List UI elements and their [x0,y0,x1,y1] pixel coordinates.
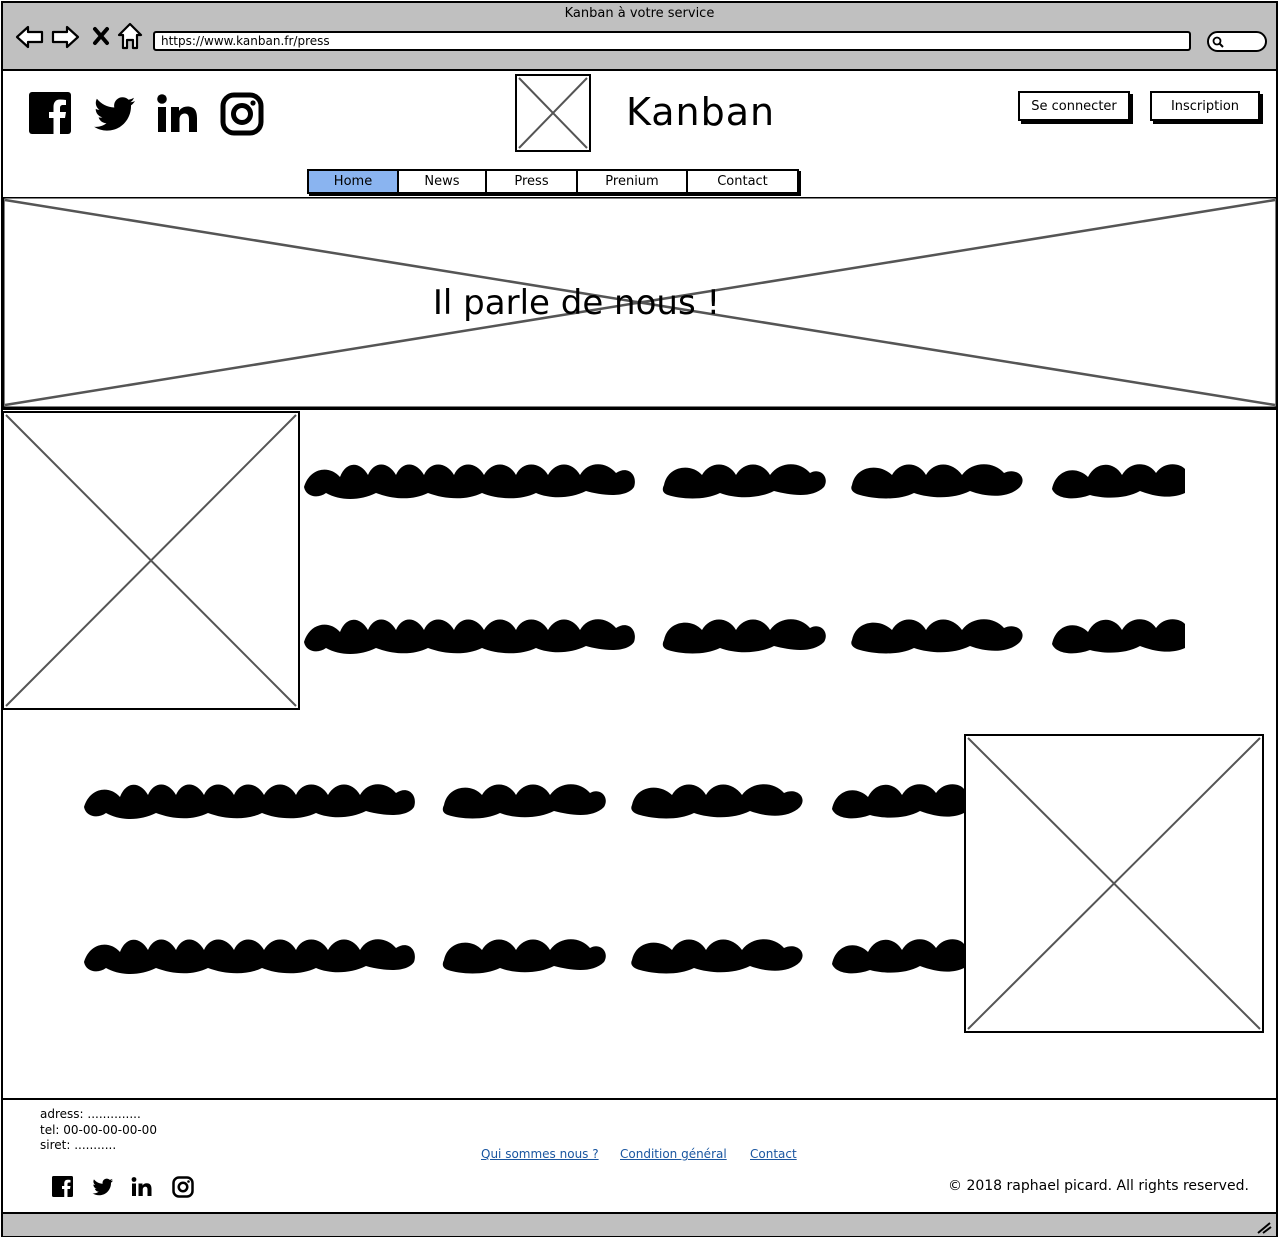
login-button[interactable]: Se connecter [1018,91,1130,121]
placeholder-text-block-2 [84,784,964,974]
tab-press[interactable]: Press [487,171,578,192]
footer-divider [3,1098,1277,1100]
twitter-icon[interactable] [91,90,139,138]
footer-tel: tel: 00-00-00-00-00 [40,1123,157,1137]
linkedin-icon[interactable] [130,1175,154,1199]
tab-home[interactable]: Home [309,171,399,192]
logo-placeholder [515,74,591,152]
home-icon[interactable] [113,20,147,54]
brand-name: Kanban [626,90,776,134]
address-bar[interactable]: https://www.kanban.fr/press [153,31,1191,51]
footer-link-about[interactable]: Qui sommes nous ? [481,1147,599,1161]
main-nav: Home News Press Prenium Contact [307,169,799,194]
article-image-placeholder-2 [964,734,1264,1033]
footer-address: adress: .............. [40,1107,141,1121]
twitter-icon[interactable] [91,1175,115,1199]
instagram-icon[interactable] [171,1175,195,1199]
tab-news[interactable]: News [399,171,487,192]
facebook-icon[interactable] [27,90,75,138]
window-title: Kanban à votre service [564,6,715,21]
instagram-icon[interactable] [218,90,266,138]
search-field[interactable] [1207,31,1267,52]
footer-siret: siret: ........... [40,1138,117,1152]
hero-heading: Il parle de nous ! [432,283,721,323]
facebook-icon[interactable] [51,1175,75,1199]
back-icon[interactable] [13,20,47,54]
tab-contact[interactable]: Contact [688,171,797,192]
placeholder-text-block-1 [304,464,1185,654]
footer-link-terms[interactable]: Condition général [620,1147,727,1161]
signup-button[interactable]: Inscription [1150,91,1260,121]
forward-icon[interactable] [48,20,82,54]
search-icon [1212,36,1224,48]
article-image-placeholder [2,411,300,710]
browser-status-bar [3,1212,1276,1236]
resize-grip-icon[interactable] [1256,1220,1272,1234]
copyright-notice: © 2018 raphael picard. All rights reserv… [948,1178,1249,1194]
tab-prenium[interactable]: Prenium [578,171,688,192]
footer-link-contact[interactable]: Contact [750,1147,797,1161]
linkedin-icon[interactable] [154,90,202,138]
